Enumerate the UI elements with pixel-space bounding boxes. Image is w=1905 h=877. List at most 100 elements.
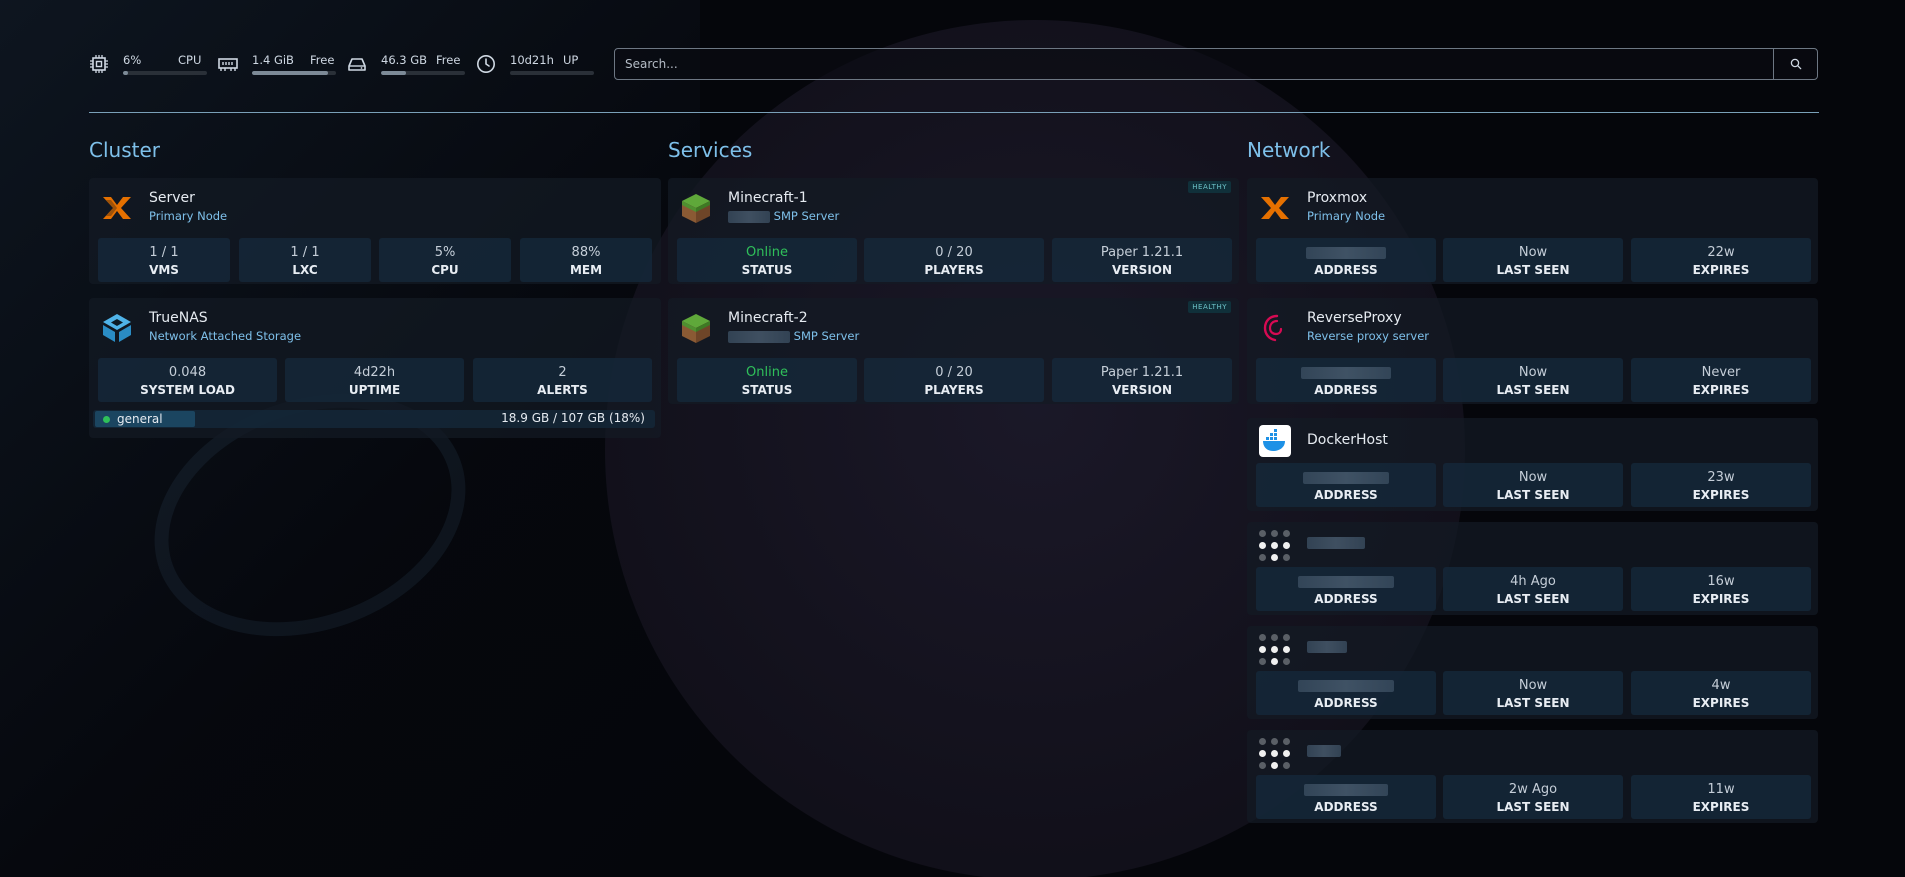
stat-label: EXPIRES [1692, 488, 1750, 502]
redacted-name [1307, 537, 1365, 549]
stat-value: 0 / 20 [935, 245, 973, 260]
proxmox-logo-icon [103, 197, 131, 219]
dot [1271, 530, 1278, 537]
redacted-address [1301, 366, 1391, 379]
dot [1271, 542, 1278, 549]
pool-status-dot [103, 416, 110, 423]
cpu-bar-fill [123, 71, 129, 75]
pool-tag: general [95, 411, 195, 427]
device-dots-icon [1259, 738, 1295, 774]
stat-label: ADDRESS [1314, 592, 1378, 606]
redacted-address [1303, 471, 1389, 484]
stat-expires: 11w EXPIRES [1631, 775, 1811, 819]
network-card-dockerhost[interactable]: DockerHost ADDRESS Now LAST SEEN 23w EXP… [1247, 418, 1818, 511]
disk-value: 46.3 GB [381, 53, 428, 67]
stat-label: VMS [149, 263, 179, 277]
stat-label: UPTIME [348, 383, 401, 397]
dot [1259, 646, 1266, 653]
stat-value: Paper 1.21.1 [1100, 245, 1184, 260]
dot [1283, 530, 1290, 537]
cpu-icon [90, 55, 108, 73]
stat-last-seen: Now LAST SEEN [1443, 358, 1623, 402]
card-name: Minecraft-2 [728, 310, 808, 326]
disk-bar-fill [381, 71, 407, 75]
redacted-address [1298, 679, 1394, 692]
device-dots-icon [1259, 634, 1295, 670]
stat-value [1256, 678, 1436, 693]
stat-value: Paper 1.21.1 [1100, 365, 1184, 380]
cpu-bar [123, 71, 207, 75]
redacted-address [1304, 783, 1388, 796]
card-name: DockerHost [1307, 432, 1388, 448]
network-card-reverseproxy[interactable]: ReverseProxy Reverse proxy server ADDRES… [1247, 298, 1818, 404]
stat-value [1256, 470, 1436, 485]
dot [1259, 762, 1266, 769]
cpu-stat: 6% CPU [89, 47, 207, 81]
stat-label: CPU [431, 263, 459, 277]
redacted-text [728, 210, 770, 223]
network-card-device-3[interactable]: ADDRESS 2w Ago LAST SEEN 11w EXPIRES [1247, 730, 1818, 823]
stat-address: ADDRESS [1256, 463, 1436, 507]
stat-alerts: 2 ALERTS [473, 358, 652, 402]
stat-label: VERSION [1111, 263, 1173, 277]
stat-label: ADDRESS [1314, 383, 1378, 397]
stat-version: Paper 1.21.1 VERSION [1052, 358, 1232, 402]
service-card-minecraft-2[interactable]: HEALTHY Minecraft-2 SMP Server Online ST… [668, 298, 1239, 404]
stat-address: ADDRESS [1256, 358, 1436, 402]
stat-vms: 1 / 1 VMS [98, 238, 230, 282]
card-name [1307, 639, 1347, 655]
stat-value: 4w [1711, 678, 1731, 693]
dot [1259, 554, 1266, 561]
card-name: Minecraft-1 [728, 190, 808, 206]
stat-label: STATUS [741, 263, 793, 277]
dot [1259, 530, 1266, 537]
stat-label: ADDRESS [1314, 800, 1378, 814]
stat-value: 22w [1707, 245, 1735, 260]
dot [1283, 762, 1290, 769]
stat-value: 23w [1707, 470, 1735, 485]
service-card-minecraft-1[interactable]: HEALTHY Minecraft-1 SMP Server Online ST… [668, 178, 1239, 284]
dot [1259, 634, 1266, 641]
stat-value: Never [1701, 365, 1741, 380]
stat-label: ADDRESS [1314, 696, 1378, 710]
card-subtitle: SMP Server [728, 209, 839, 223]
stat-value [1256, 782, 1436, 797]
stat-label: SYSTEM LOAD [140, 383, 235, 397]
stat-address: ADDRESS [1256, 238, 1436, 282]
uptime-value: 10d21h [510, 53, 554, 67]
stat-expires: 16w EXPIRES [1631, 567, 1811, 611]
stat-value: 2w Ago [1508, 782, 1558, 797]
health-badge: HEALTHY [1188, 181, 1231, 193]
stat-value: Now [1518, 365, 1548, 380]
network-card-proxmox[interactable]: Proxmox Primary Node ADDRESS Now LAST SE… [1247, 178, 1818, 284]
redacted-address [1298, 575, 1394, 588]
stat-value: Online [746, 245, 788, 260]
stat-address: ADDRESS [1256, 567, 1436, 611]
pool-usage: 18.9 GB / 107 GB (18%) [501, 411, 645, 425]
redacted-name [1307, 641, 1347, 653]
dot [1271, 634, 1278, 641]
stat-label: LAST SEEN [1496, 263, 1570, 277]
dashboard: 6% CPU 1.4 GiB Free 46.3 GB Free 10d21h … [0, 0, 1905, 877]
uptime-stat: 10d21h UP [476, 47, 594, 81]
network-card-device-1[interactable]: ADDRESS 4h Ago LAST SEEN 16w EXPIRES [1247, 522, 1818, 615]
minecraft-grass-icon [682, 194, 710, 223]
cluster-card-server[interactable]: Server Primary Node 1 / 1 VMS 1 / 1 LXC … [89, 178, 661, 284]
dot [1283, 554, 1290, 561]
network-card-device-2[interactable]: ADDRESS Now LAST SEEN 4w EXPIRES [1247, 626, 1818, 719]
stat-mem: 88% MEM [520, 238, 652, 282]
stat-last-seen: 2w Ago LAST SEEN [1443, 775, 1623, 819]
stat-last-seen: Now LAST SEEN [1443, 671, 1623, 715]
stat-address: ADDRESS [1256, 775, 1436, 819]
stat-cpu: 5% CPU [379, 238, 511, 282]
stat-version: Paper 1.21.1 VERSION [1052, 238, 1232, 282]
search-button[interactable] [1773, 49, 1817, 79]
card-name: TrueNAS [149, 310, 208, 326]
truenas-logo-icon [103, 314, 131, 342]
search-input[interactable] [625, 49, 1755, 79]
stat-status: Online STATUS [677, 238, 857, 282]
card-subtitle-text: SMP Server [773, 209, 840, 223]
dot [1283, 738, 1290, 745]
stat-last-seen: Now LAST SEEN [1443, 463, 1623, 507]
card-name: Proxmox [1307, 190, 1368, 206]
